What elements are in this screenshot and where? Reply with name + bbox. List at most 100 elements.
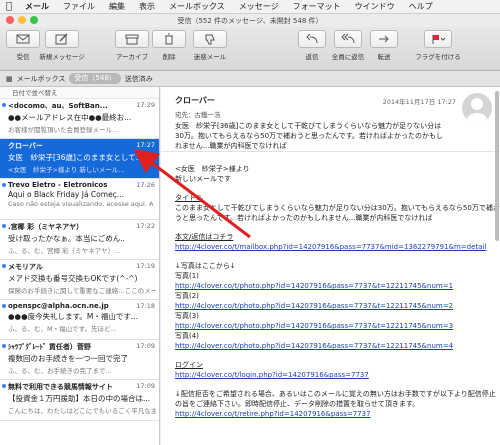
menu-format[interactable]: フォーマット — [286, 1, 348, 12]
header-subject: 女医 紗栄子[36歳]このまま女として干乾びてしまうくらいなら魅力が足りない分は… — [175, 122, 443, 150]
menu-window[interactable]: ウインドウ — [348, 1, 402, 12]
unread-dot-icon — [2, 384, 6, 389]
unread-dot-icon — [2, 183, 6, 188]
message-viewer: クローバー 2014年11月17日 17:27 宛先：古鐵一浩 女医 紗栄子[3… — [161, 87, 500, 445]
compose-icon — [55, 33, 68, 45]
list-item[interactable]: 無料で利用できる競馬情報サイト 17:09 【投資金１万円援助】本日の中の場合は..… — [0, 380, 159, 421]
message-time: 17:22 — [136, 221, 155, 230]
list-item[interactable]: <docomo、au、SoftBan... 17:29 ●●メールアドレス在中●●最… — [0, 99, 159, 140]
sort-label[interactable]: 日付で並べ替え — [0, 87, 159, 99]
menu-mail[interactable]: メール — [18, 1, 56, 12]
menu-help[interactable]: ヘルプ — [402, 1, 440, 12]
message-subject: 【投資金１万円援助】本日の中の場合は... — [8, 394, 151, 404]
message-date: 2014年11月17日 17:27 — [382, 98, 456, 106]
message-sender: openspc@alpha.ocn.ne.jp — [8, 301, 109, 310]
body-link[interactable]: http://4clover.co/t/photo.php?id=1420791… — [175, 301, 500, 311]
message-subject: メアド交換も番号交換もOKです(^-^) — [8, 273, 138, 283]
menu-file[interactable]: ファイル — [56, 1, 102, 12]
scrollbar[interactable] — [495, 91, 499, 241]
reply-all-button[interactable]: 全員に返信 — [328, 30, 368, 66]
message-sender: Trevo Eletro - Eletronicos — [8, 181, 108, 190]
menu-view[interactable]: 表示 — [132, 1, 162, 12]
unread-dot-icon — [2, 103, 6, 107]
message-sender: ｼｬﾂﾌﾟｸﾞﾚｰﾄﾞ 貢任者）菅野 — [8, 343, 91, 352]
flag-button[interactable]: フラグを付ける — [412, 30, 464, 66]
message-preview: 保険のお手続きに関して重要なご連絡…ここのメールには返信できません — [8, 286, 156, 295]
inbox-favorite[interactable]: 受信（548） — [69, 73, 121, 84]
menu-message[interactable]: メッセージ — [232, 1, 286, 12]
message-preview: ふ、る、む、宮椰 彩（ミヤネアヤ）... — [8, 246, 121, 255]
junk-button[interactable]: 迷惑メール — [190, 30, 230, 66]
body-link[interactable]: http://4clover.co/t/photo.php?id=1420791… — [175, 321, 500, 331]
body-text: 新しいメールです — [175, 175, 231, 183]
window-title: 受信（552 件のメッセージ、未開封 548 件） — [177, 16, 323, 25]
body-text: ↓配信拒否をご希望される場合、あるいはこのメールに覚えの無い方はお手数ですが以下… — [175, 390, 496, 408]
receive-button[interactable]: 受信 — [4, 30, 42, 66]
favorites-bar: ▦ メールボックス 受信（548） 送信済み — [0, 71, 500, 87]
sent-favorite[interactable]: 送信済み — [125, 74, 153, 84]
message-time: 17:26 — [136, 181, 155, 190]
reply-all-arrow-icon — [341, 34, 355, 44]
sidebar-toggle-icon[interactable]: ▦ — [6, 75, 13, 83]
body-link[interactable]: http://4clover.co/t/photo.php?id=1420791… — [175, 341, 500, 351]
reply-button[interactable]: 返信 — [296, 30, 328, 66]
list-item[interactable]: Trevo Eletro - Eletronicos 17:26 Aqui o Bl… — [0, 179, 159, 220]
thumbs-down-icon — [205, 34, 215, 45]
body-text: 写真(4) — [175, 332, 199, 340]
toolbar: 受信 新規メッセージ アーカイブ 削除 迷惑メール 返信 全員に返信 転送 フラ… — [0, 27, 500, 71]
body-text: 写真(3) — [175, 312, 199, 320]
message-preview: ふ、る、む、M・福山です。先ほど... — [8, 324, 117, 333]
list-item[interactable]: クローバー 17:27 女医 紗栄子[36歳]このまま女として... <女医 紗栄子>… — [0, 139, 159, 180]
archive-button[interactable]: アーカイブ — [112, 30, 152, 66]
message-time: 17:27 — [136, 141, 155, 150]
unread-dot-icon — [2, 263, 6, 268]
message-subject: 受け取ったかなぁ。本当にごめん.. — [8, 233, 125, 243]
menu-edit[interactable]: 編集 — [102, 1, 132, 12]
message-time: 17:19 — [136, 261, 155, 270]
archive-box-icon — [125, 34, 139, 44]
unread-dot-icon — [2, 303, 6, 308]
body-text: 写真(1) — [175, 272, 199, 280]
body-link[interactable]: http://4clover.co/t/mailbox.php?id=14207… — [175, 242, 500, 252]
body-text: 本文/返信はコチラ — [175, 233, 234, 241]
message-header: クローバー 2014年11月17日 17:27 宛先：古鐵一浩 女医 紗栄子[3… — [161, 87, 500, 152]
forward-button[interactable]: 転送 — [368, 30, 400, 66]
zoom-button[interactable] — [30, 16, 38, 24]
menu-bar:  メール ファイル 編集 表示 メールボックス メッセージ フォーマット ウイ… — [0, 0, 500, 14]
recipient-line: 宛先：古鐵一浩 — [175, 111, 221, 119]
message-preview: お客様が閲覧頂いた会員登録メール... — [8, 126, 119, 134]
list-item[interactable]: メモリアル 17:19 メアド交換も番号交換もOKです(^-^) 保険のお手続きに関し… — [0, 260, 159, 300]
forward-arrow-icon — [379, 35, 389, 43]
mailboxes-button[interactable]: メールボックス — [17, 74, 66, 84]
message-subject: ●●●度今失礼します。M・福山です... — [8, 311, 139, 321]
message-subject: Aqui o Black Friday Já Começ... — [8, 190, 124, 200]
delete-button[interactable]: 削除 — [150, 30, 188, 66]
close-button[interactable] — [6, 16, 14, 24]
body-link[interactable]: http://4clover.co/t/login.php?id=1420791… — [175, 370, 500, 380]
reply-arrow-icon — [306, 34, 318, 44]
message-sender: <docomo、au、SoftBan... — [8, 102, 108, 110]
message-time: 17:09 — [136, 342, 155, 351]
list-item[interactable]: .宮椰 彩（ミヤネアヤ） 17:22 受け取ったかなぁ。本当にごめん.. ふ、る、む、… — [0, 220, 159, 260]
message-sender: メモリアル — [8, 262, 43, 271]
list-item[interactable]: ｼｬﾂﾌﾟｸﾞﾚｰﾄﾞ 貢任者）菅野 17:09 複数回のお手続きを一つ一回で完了ふ… — [0, 340, 159, 381]
apple-menu-icon[interactable]:  — [0, 1, 18, 12]
unread-dot-icon — [2, 223, 6, 228]
message-time: 17:18 — [136, 301, 155, 310]
body-text: ↓写真はここから↓ — [175, 262, 236, 270]
body-text: 写真(2) — [175, 292, 199, 300]
body-text: タイトル — [175, 194, 203, 202]
message-preview: <女医 紗栄子>様より 新しいメール... — [8, 166, 125, 175]
body-link[interactable]: http://4clover.co/t/retire.php?id=142079… — [175, 409, 500, 419]
unread-dot-icon — [2, 344, 6, 349]
compose-button[interactable]: 新規メッセージ — [39, 30, 85, 66]
avatar — [462, 93, 492, 123]
menu-mailbox[interactable]: メールボックス — [162, 1, 232, 12]
minimize-button[interactable] — [18, 16, 26, 24]
list-item[interactable]: openspc@alpha.ocn.ne.jp 17:18 ●●●度今失礼します。M… — [0, 300, 159, 341]
body-link[interactable]: http://4clover.co/t/photo.php?id=1420791… — [175, 281, 500, 291]
